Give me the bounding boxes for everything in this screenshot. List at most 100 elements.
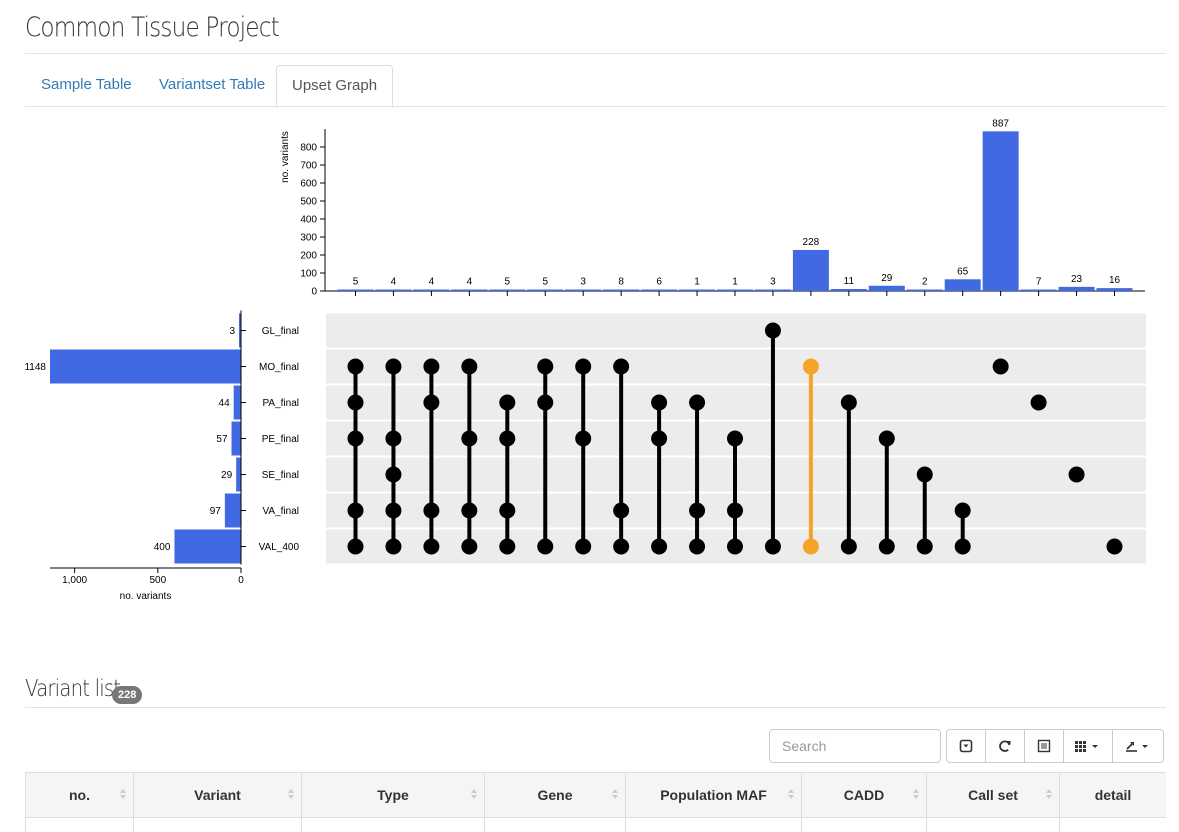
matrix-dot [955,503,971,519]
matrix-dot [499,503,515,519]
y-tick-label: 700 [300,161,317,172]
column-header-population-maf[interactable]: Population MAF [626,773,802,818]
intersection-bar-label: 2 [922,277,928,288]
columns-button[interactable] [1063,729,1113,763]
intersection-bar [679,290,715,292]
matrix-dot [803,539,819,555]
intersection-bar [869,286,905,291]
matrix-dot [537,395,553,411]
matrix-dot [1107,539,1123,555]
column-header-cadd[interactable]: CADD [802,773,927,818]
matrix-dot [348,359,364,375]
matrix-dot [537,359,553,375]
sort-icon [611,787,619,801]
set-label: GL_final [262,326,299,337]
intersection-bar [1021,290,1057,292]
column-header-no[interactable]: no. [26,773,134,818]
intersection-bar-label: 23 [1071,274,1083,285]
matrix-dot [651,431,667,447]
intersection-bar-label: 3 [580,277,586,288]
matrix-dot [575,431,591,447]
y-tick-label: 500 [300,197,317,208]
intersection-bar [375,290,411,292]
intersection-bar-label: 5 [353,277,359,288]
matrix-dot [348,503,364,519]
intersection-bar-label: 887 [992,118,1009,129]
toggle-view-icon [1037,739,1051,753]
matrix-dot [651,539,667,555]
matrix-dot [348,395,364,411]
intersection-bar [413,290,449,292]
set-axis-label: no. variants [120,591,172,602]
export-icon [1124,739,1152,753]
set-size-label: 57 [216,434,228,445]
matrix-dot [689,503,705,519]
matrix-row-band [326,350,1146,384]
matrix-dot [917,467,933,483]
matrix-dot [879,539,895,555]
intersection-bar [907,290,943,292]
matrix-dot [613,539,629,555]
sort-icon [787,787,795,801]
column-header-call-set[interactable]: Call set [927,773,1060,818]
y-tick-label: 600 [300,179,317,190]
column-header-detail[interactable]: detail [1060,773,1167,818]
matrix-dot [689,539,705,555]
intersection-bar [451,290,487,292]
matrix-dot [613,503,629,519]
intersection-bar-label: 6 [656,277,662,288]
title-divider [25,53,1166,54]
intersection-bar [755,290,791,292]
refresh-button[interactable] [985,729,1025,763]
sort-icon [287,787,295,801]
matrix-dot [993,359,1009,375]
set-size-label: 29 [221,470,233,481]
tabs-divider [25,106,1166,107]
y-tick-label: 800 [300,143,317,154]
intersection-bar [1097,288,1133,291]
upset-graph: 0100200300400500600700800no. variants544… [0,108,1179,608]
tab-sample-table[interactable]: Sample Table [26,65,147,105]
search-input[interactable] [769,729,941,763]
intersection-bar-label: 3 [770,277,776,288]
matrix-dot [461,503,477,519]
intersection-bar [831,289,867,291]
table-toolbar [946,729,1164,763]
tab-variantset-table[interactable]: Variantset Table [144,65,280,105]
column-header-gene[interactable]: Gene [485,773,626,818]
column-header-variant[interactable]: Variant [134,773,302,818]
y-tick-label: 200 [300,251,317,262]
tab-bar: Sample Table Variantset Table Upset Grap… [25,65,1166,107]
y-tick-label: 0 [311,287,317,298]
toggle-view-button[interactable] [1024,729,1064,763]
matrix-dot [803,359,819,375]
matrix-dot [727,431,743,447]
toggle-pagination-button[interactable] [946,729,986,763]
matrix-dot [423,395,439,411]
set-label: SE_final [262,470,299,481]
set-label: PE_final [262,434,299,445]
table-row[interactable] [26,818,1167,832]
variant-table: no. Variant Type Gene Population MAF CAD… [25,772,1166,832]
intersection-bar [603,290,639,292]
set-label: PA_final [262,398,299,409]
intersection-bar-label: 228 [803,237,820,248]
set-size-bar [50,350,241,384]
matrix-dot [423,539,439,555]
variant-count-badge: 228 [112,686,142,704]
matrix-dot [385,503,401,519]
matrix-dot [689,395,705,411]
tab-upset-graph[interactable]: Upset Graph [276,65,393,108]
refresh-icon [998,739,1012,753]
column-header-type[interactable]: Type [302,773,485,818]
intersection-bar-label: 4 [467,277,473,288]
export-button[interactable] [1112,729,1164,763]
intersection-bar [945,279,981,291]
matrix-dot [765,539,781,555]
set-x-tick-label: 500 [149,575,166,586]
intersection-bar-label: 1 [732,277,738,288]
matrix-dot [1069,467,1085,483]
set-size-bar [232,422,241,456]
y-tick-label: 300 [300,233,317,244]
matrix-dot [348,539,364,555]
